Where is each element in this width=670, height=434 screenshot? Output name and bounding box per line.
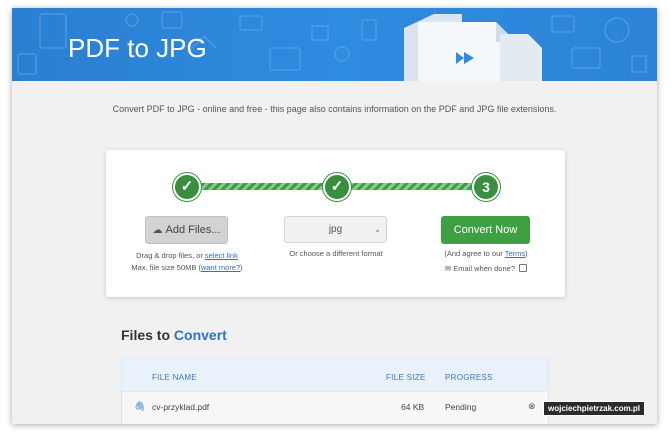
agree-suffix: ): [525, 249, 528, 258]
add-files-label: Add Files...: [165, 224, 221, 236]
files-heading: Files to Convert: [121, 327, 227, 343]
email-label: Email when done?: [453, 264, 515, 273]
agree-prefix: (And agree to our: [444, 249, 503, 258]
email-checkbox[interactable]: [519, 264, 528, 272]
terms-agreement: (And agree to our Terms): [424, 249, 548, 258]
remove-icon[interactable]: ⊗: [528, 401, 536, 412]
envelope-icon: ✉: [444, 264, 452, 273]
column-progress: PROGRESS: [445, 373, 493, 382]
file-size: 64 KB: [401, 402, 425, 412]
files-table-header: FILE NAME FILE SIZE PROGRESS: [121, 358, 549, 392]
upload-cloud-icon: ☁: [152, 225, 163, 236]
want-more-link[interactable]: want more?: [201, 263, 240, 272]
convert-now-button[interactable]: Convert Now: [441, 216, 530, 244]
files-heading-accent: Convert: [173, 327, 227, 343]
file-name: cv-przyklad.pdf: [152, 402, 210, 412]
table-row: 🖇 cv-przyklad.pdf 64 KB Pending ⊗: [121, 392, 549, 424]
page-frame: PDF to JPG Convert PDF to JPG - online a…: [12, 8, 657, 424]
chevron-down-icon: ⌄: [374, 225, 381, 234]
document-illustration: [404, 14, 542, 81]
format-select[interactable]: jpg ⌄: [284, 216, 387, 243]
max-size-text: Max. file size 50MB: [131, 263, 197, 272]
terms-link[interactable]: Terms: [505, 249, 525, 258]
converter-card: ✓ ✓ 3 ☁ Add Files... Drag & drop files, o…: [106, 150, 565, 297]
files-heading-prefix: Files to: [121, 327, 171, 343]
email-when-done: ✉ Email when done?: [424, 263, 548, 275]
step-2-check-icon: ✓: [323, 173, 351, 201]
add-files-button[interactable]: ☁ Add Files...: [145, 216, 228, 244]
drag-drop-hint: Drag & drop files, or select link Max. f…: [131, 251, 243, 272]
format-selected-value: jpg: [328, 224, 343, 235]
page-title: PDF to JPG: [68, 33, 207, 63]
hero-banner: PDF to JPG: [12, 8, 657, 81]
step-1-check-icon: ✓: [173, 173, 201, 201]
select-link[interactable]: select link: [205, 251, 238, 260]
paperclip-icon: 🖇: [134, 401, 146, 411]
step-3-indicator: 3: [472, 173, 500, 201]
column-file-size: FILE SIZE: [386, 373, 426, 382]
drag-text-prefix: Drag & drop files, or: [136, 251, 203, 260]
watermark: wojciechpietrzak.com.pl: [543, 401, 646, 416]
column-file-name: FILE NAME: [152, 373, 197, 382]
format-caption: Or choose a different format: [289, 249, 383, 258]
file-status: Pending: [445, 402, 477, 412]
intro-text: Convert PDF to JPG - online and free - t…: [112, 104, 557, 114]
